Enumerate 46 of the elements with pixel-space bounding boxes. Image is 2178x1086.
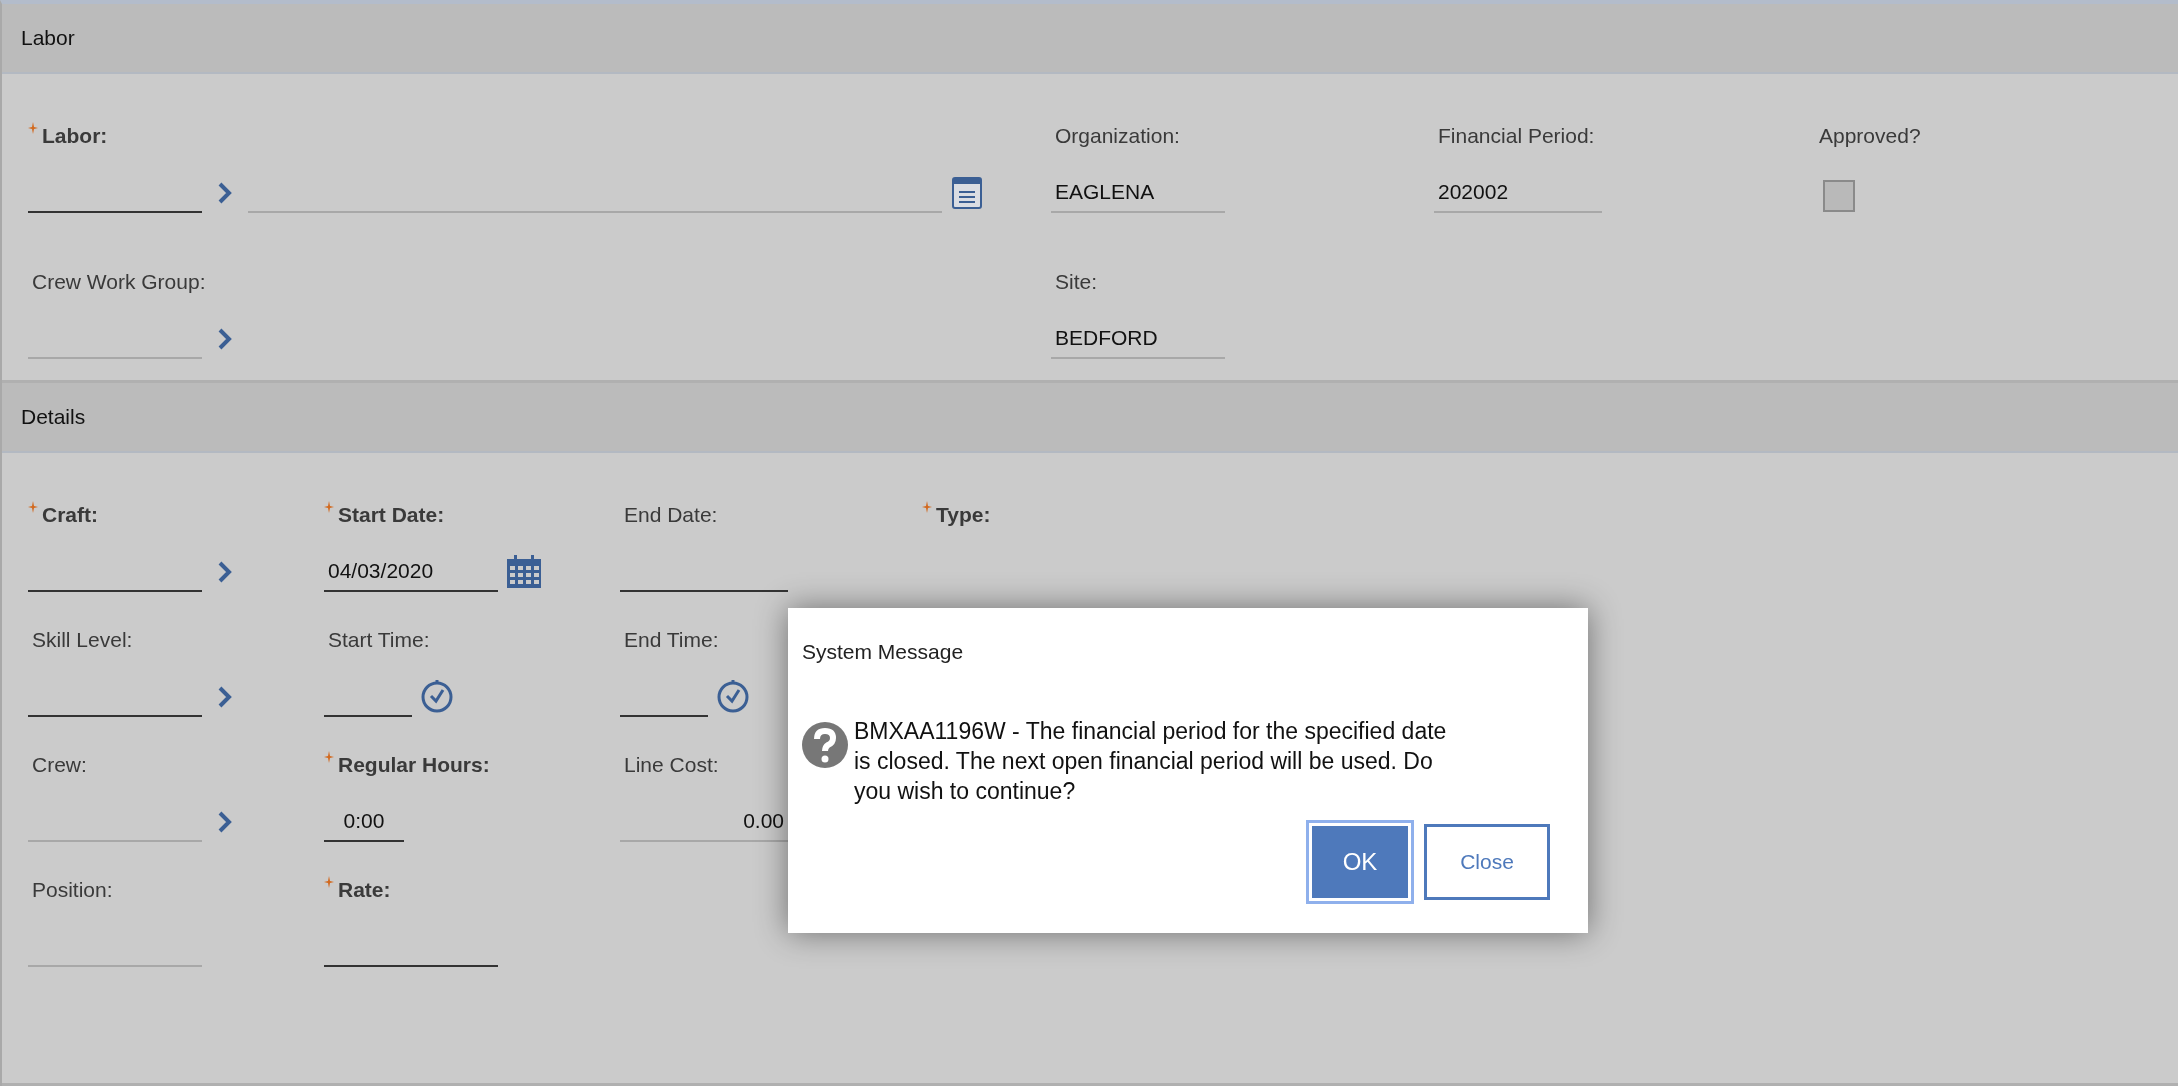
chevron-right-icon[interactable] xyxy=(218,182,232,204)
dialog-title: System Message xyxy=(802,640,965,664)
chevron-right-icon[interactable] xyxy=(218,328,232,350)
close-button[interactable]: Close xyxy=(1424,824,1550,900)
question-icon xyxy=(802,722,848,768)
field-label: Crew Work Group: xyxy=(32,270,206,294)
input-field[interactable]: 202002 xyxy=(1434,173,1602,213)
chevron-right-icon[interactable] xyxy=(218,686,232,708)
field-label: Rate: xyxy=(338,878,391,902)
required-icon xyxy=(922,501,932,513)
field-label: End Time: xyxy=(624,628,719,652)
clock-icon[interactable] xyxy=(716,680,750,714)
calendar-icon[interactable] xyxy=(506,555,542,589)
field-label: Line Cost: xyxy=(624,753,719,777)
required-icon xyxy=(28,122,38,134)
ok-button[interactable]: OK xyxy=(1306,820,1414,904)
chevron-right-icon[interactable] xyxy=(218,811,232,833)
field-label: Approved? xyxy=(1819,124,1921,148)
field-label: Type: xyxy=(936,503,991,527)
field-label: Craft: xyxy=(42,503,98,527)
input-field[interactable]: 04/03/2020 xyxy=(324,552,498,592)
required-icon xyxy=(324,751,334,763)
field-label: Position: xyxy=(32,878,113,902)
field-label: Financial Period: xyxy=(1438,124,1595,148)
field-label: Skill Level: xyxy=(32,628,133,652)
clock-icon[interactable] xyxy=(420,680,454,714)
field-label: End Date: xyxy=(624,503,718,527)
input-field[interactable]: BEDFORD xyxy=(1051,319,1225,359)
field-label: Start Date: xyxy=(338,503,445,527)
section-header: Labor xyxy=(2,4,2178,74)
input-field[interactable]: 0:00 xyxy=(324,802,404,842)
checkbox[interactable] xyxy=(1823,180,1855,212)
required-icon xyxy=(28,501,38,513)
field-label: Regular Hours: xyxy=(338,753,490,777)
dialog-message: BMXAA1196W - The financial period for the specified date is closed. The next open financial period will be used. Do you wish to continue? xyxy=(854,717,1448,806)
field-label: Start Time: xyxy=(328,628,430,652)
field-label: Crew: xyxy=(32,753,87,777)
field-label: Site: xyxy=(1055,270,1098,294)
field-label: Organization: xyxy=(1055,124,1180,148)
required-icon xyxy=(324,876,334,888)
chevron-right-icon[interactable] xyxy=(218,561,232,583)
required-icon xyxy=(324,501,334,513)
field-label: Labor: xyxy=(42,124,108,148)
section-header: Details xyxy=(2,383,2178,453)
input-field[interactable]: EAGLENA xyxy=(1051,173,1225,213)
detail-menu-icon[interactable] xyxy=(952,177,982,209)
